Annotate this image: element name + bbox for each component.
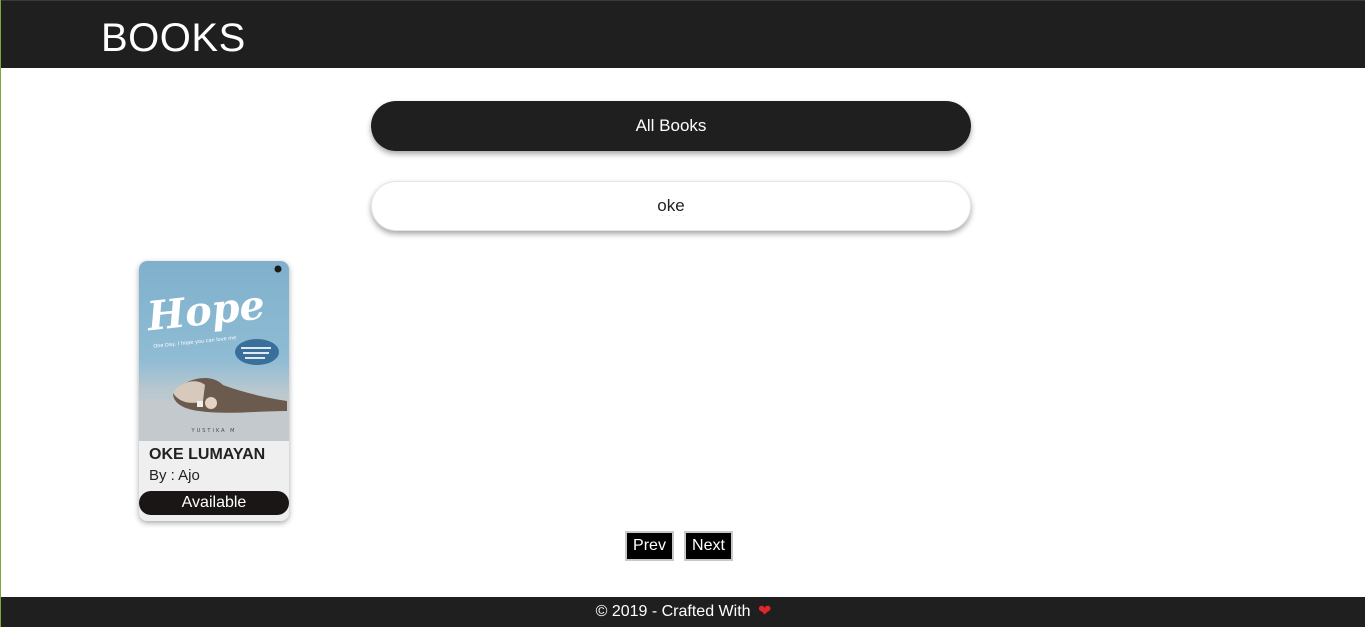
next-button[interactable]: Next [684, 531, 733, 561]
top-navbar: BOOKS [1, 0, 1365, 68]
book-author: By : Ajo [149, 467, 200, 484]
status-badge: Available [139, 491, 289, 515]
footer-text: © 2019 - Crafted With [595, 603, 751, 620]
book-card[interactable]: Hope One Day, I hope you can love me YUS… [139, 261, 289, 521]
prev-button[interactable]: Prev [625, 531, 674, 561]
book-title: OKE LUMAYAN [149, 446, 266, 463]
svg-text:YUSTIKA M: YUSTIKA M [191, 428, 237, 434]
cover-title: Hope [144, 281, 267, 340]
all-books-button[interactable]: All Books [371, 101, 971, 151]
brand-title[interactable]: BOOKS [101, 15, 246, 61]
book-cover-image: Hope One Day, I hope you can love me YUS… [139, 261, 289, 441]
search-input[interactable] [371, 181, 971, 231]
footer: © 2019 - Crafted With ❤ [1, 597, 1365, 627]
heart-icon: ❤ [758, 603, 772, 620]
